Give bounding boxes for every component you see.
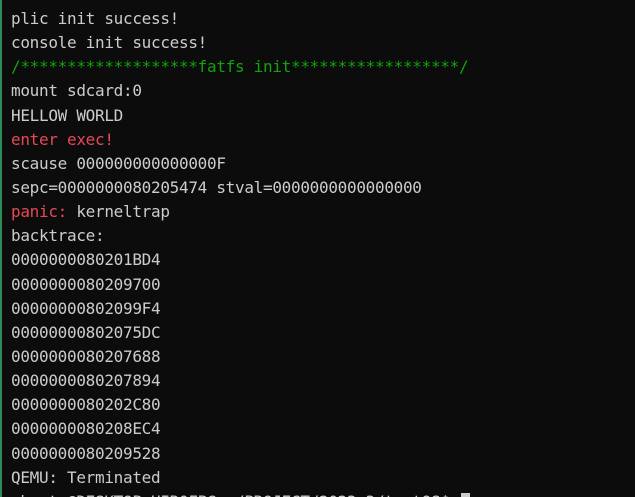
terminal-line: 00000000802075DC bbox=[11, 321, 470, 345]
terminal-text: backtrace: bbox=[11, 226, 105, 246]
terminal-text: console init success! bbox=[11, 33, 207, 53]
terminal-line: mount sdcard:0 bbox=[11, 79, 470, 103]
terminal-text: 00000000802075DC bbox=[11, 322, 161, 342]
terminal-line: 0000000080209528 bbox=[11, 442, 470, 466]
terminal-line: 0000000080208EC4 bbox=[11, 417, 470, 441]
text-cursor bbox=[460, 492, 470, 497]
window-left-border bbox=[0, 0, 2, 497]
terminal-text: QEMU: Terminated bbox=[11, 467, 161, 487]
terminal-text: /*******************fatfs init**********… bbox=[11, 57, 469, 77]
terminal-text: scause 000000000000000F bbox=[11, 153, 226, 173]
terminal-line: 00000000802099F4 bbox=[11, 297, 470, 321]
terminal-text: 00000000802099F4 bbox=[11, 298, 161, 318]
terminal-line: HELLOW WORLD bbox=[11, 104, 470, 128]
terminal-text: panic: bbox=[11, 202, 77, 222]
terminal-line: 0000000080201BD4 bbox=[11, 248, 470, 272]
terminal-line: sepc=0000000080205474 stval=000000000000… bbox=[11, 176, 470, 200]
terminal-output: plic init success! console init success! /… bbox=[11, 7, 470, 497]
terminal-text: 0000000080202C80 bbox=[11, 395, 161, 415]
terminal-text: sepc=0000000080205474 stval=000000000000… bbox=[11, 177, 422, 197]
terminal-line: 0000000080207894 bbox=[11, 369, 470, 393]
terminal-text: HELLOW WORLD bbox=[11, 105, 123, 125]
terminal-line: backtrace: bbox=[11, 224, 470, 248]
terminal-line: /*******************fatfs init**********… bbox=[11, 55, 470, 79]
terminal-text: 0000000080209700 bbox=[11, 274, 161, 294]
terminal-line: QEMU: Terminated bbox=[11, 466, 470, 490]
terminal-text: 0000000080209528 bbox=[11, 443, 161, 463]
terminal-window[interactable]: plic init success! console init success! /… bbox=[0, 0, 635, 497]
shell-prompt-line[interactable]: ubuntu@DESKTOP-HIR0FPG:~/PROJECT/2023-3/… bbox=[11, 490, 470, 497]
terminal-line: panic: kerneltrap bbox=[11, 200, 470, 224]
terminal-text: 0000000080201BD4 bbox=[11, 250, 161, 270]
terminal-line: enter exec! bbox=[11, 128, 470, 152]
terminal-text: plic init success! bbox=[11, 9, 179, 28]
terminal-text: 0000000080207894 bbox=[11, 371, 161, 391]
terminal-line: console init success! bbox=[11, 31, 470, 55]
terminal-line: 0000000080209700 bbox=[11, 273, 470, 297]
terminal-text: 0000000080208EC4 bbox=[11, 419, 161, 439]
terminal-text: kerneltrap bbox=[76, 202, 170, 222]
terminal-line: scause 000000000000000F bbox=[11, 152, 470, 176]
terminal-text: 0000000080207688 bbox=[11, 346, 161, 366]
terminal-text: enter exec! bbox=[11, 129, 114, 149]
terminal-text: mount sdcard:0 bbox=[11, 81, 142, 101]
terminal-line: 0000000080202C80 bbox=[11, 393, 470, 417]
terminal-text: ubuntu@DESKTOP-HIR0FPG:~/PROJECT/2023-3/… bbox=[11, 492, 459, 497]
terminal-line: 0000000080207688 bbox=[11, 345, 470, 369]
terminal-line: plic init success! bbox=[11, 7, 470, 31]
